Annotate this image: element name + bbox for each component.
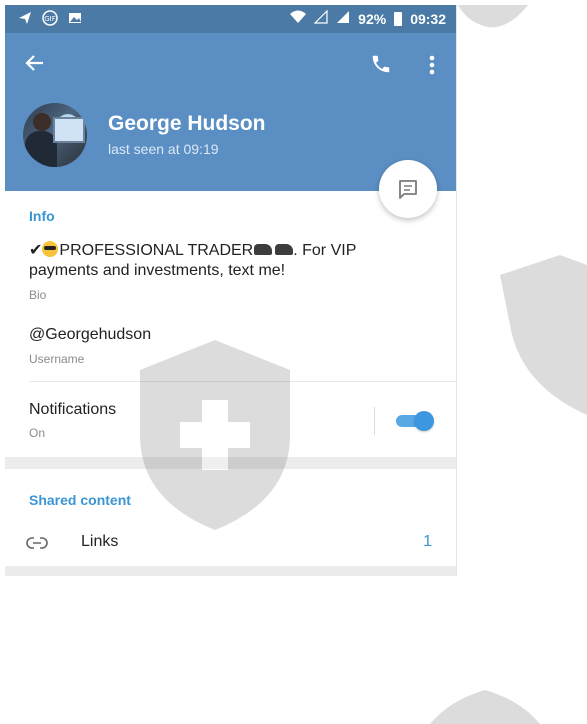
image-icon (67, 10, 83, 26)
back-button[interactable] (23, 53, 47, 77)
last-seen-status: last seen at 09:19 (108, 141, 219, 157)
gif-icon: GIF (42, 10, 58, 26)
toggle-separator (374, 407, 375, 435)
wifi-icon (290, 10, 307, 27)
battery-icon (394, 11, 403, 26)
status-right-icons: 92% 09:32 (290, 9, 446, 27)
sunglasses-emoji-icon (42, 241, 59, 257)
phone-icon (372, 55, 390, 73)
bio-label: Bio (29, 288, 47, 302)
call-button[interactable] (370, 53, 394, 77)
section-separator (5, 457, 456, 469)
notifications-toggle[interactable] (396, 411, 434, 431)
message-button[interactable] (379, 160, 437, 218)
bio-text-part-1: PROFESSIONAL TRADER (59, 242, 254, 259)
more-vertical-icon (429, 55, 435, 75)
car-emoji-icon (275, 244, 294, 255)
bio-text[interactable]: ✔ PROFESSIONAL TRADER. For VIP payments a… (29, 241, 389, 281)
username-value[interactable]: @Georgehudson (29, 326, 151, 344)
checkmark-icon: ✔ (29, 242, 43, 259)
notifications-label[interactable]: Notifications (29, 401, 116, 419)
avatar[interactable] (23, 103, 87, 167)
divider (29, 381, 456, 382)
bottom-separator (5, 566, 456, 576)
battery-percent: 92% (358, 10, 387, 27)
profile-name: George Hudson (108, 112, 266, 135)
clock: 09:32 (410, 10, 446, 27)
shared-content-title: Shared content (29, 492, 131, 508)
links-label: Links (81, 533, 119, 550)
info-section-title: Info (29, 208, 55, 224)
no-sim-icon (313, 9, 328, 27)
watermark-shield-icon (430, 690, 540, 724)
username-label: Username (29, 352, 85, 366)
links-count: 1 (423, 533, 432, 550)
more-options-button[interactable] (424, 51, 440, 79)
status-left-icons: GIF (17, 10, 83, 26)
car-emoji-icon (254, 244, 273, 255)
arrow-left-icon (25, 55, 43, 71)
profile-screen: GIF 92% 09:32 George Hudson last seen at… (5, 5, 457, 576)
svg-text:GIF: GIF (44, 15, 56, 23)
links-row[interactable]: Links 1 (5, 523, 456, 563)
watermark-shield-icon (458, 5, 528, 28)
link-icon (25, 531, 49, 555)
watermark-shield-icon (500, 255, 587, 415)
signal-icon (336, 10, 350, 27)
navigation-icon (17, 10, 33, 26)
status-bar: GIF 92% 09:32 (5, 5, 456, 33)
chat-icon (399, 180, 417, 199)
notifications-state: On (29, 426, 46, 440)
